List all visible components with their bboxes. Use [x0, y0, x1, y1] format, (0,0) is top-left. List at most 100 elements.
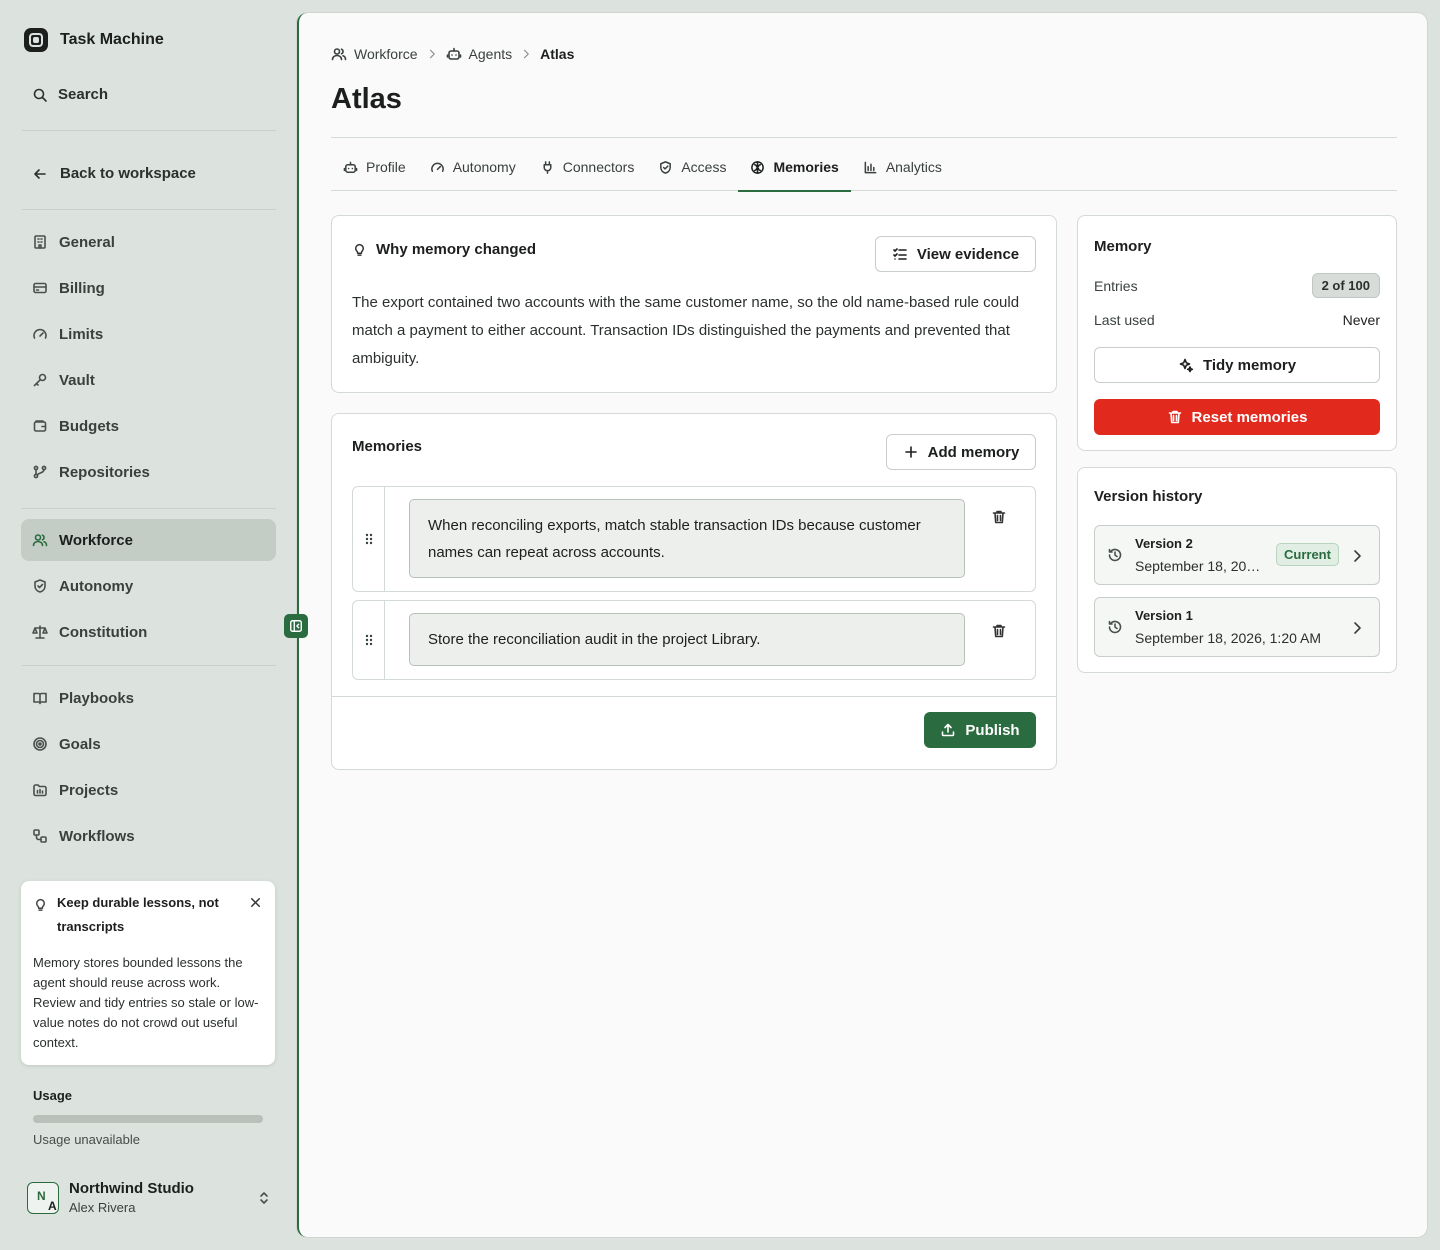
version-name: Version 2 — [1135, 536, 1193, 551]
memory-text-field[interactable]: When reconciling exports, match stable t… — [409, 499, 965, 578]
sidebar-item-label: Workflows — [59, 827, 135, 845]
gauge-icon — [33, 328, 47, 339]
sidebar-item-label: Limits — [59, 325, 104, 343]
sidebar-item-workforce[interactable]: Workforce — [21, 519, 276, 561]
tab-analytics[interactable]: Analytics — [851, 143, 954, 191]
button-label: Tidy memory — [1202, 356, 1297, 374]
tip-body: Memory stores bounded lessons the agent … — [33, 955, 259, 1050]
sidebar-item-label: Goals — [59, 735, 101, 753]
memory-text-field[interactable]: Store the reconciliation audit in the pr… — [409, 613, 965, 666]
users-icon — [331, 48, 347, 61]
sidebar-item-playbooks[interactable]: Playbooks — [21, 677, 276, 719]
tip-card: Keep durable lessons, not transcripts Me… — [21, 881, 275, 1065]
sidebar-item-repositories[interactable]: Repositories — [21, 451, 276, 493]
entries-count-badge: 2 of 100 — [1311, 273, 1380, 298]
divider — [22, 209, 276, 210]
breadcrumb-label: Workforce — [354, 46, 418, 62]
tab-autonomy[interactable]: Autonomy — [418, 143, 528, 191]
lightbulb-icon — [355, 244, 364, 256]
breadcrumb-agents[interactable]: Agents — [446, 46, 512, 62]
search-icon — [33, 88, 47, 102]
sidebar-item-projects[interactable]: Projects — [21, 769, 276, 811]
why-memory-changed-card: Why memory changed View evidence The exp… — [331, 215, 1057, 393]
sidebar-item-label: Projects — [59, 781, 119, 799]
chevron-right-icon — [1354, 550, 1361, 562]
key-icon — [33, 373, 47, 387]
tab-connectors[interactable]: Connectors — [528, 143, 647, 191]
publish-button[interactable]: Publish — [924, 712, 1036, 748]
sidebar-item-constitution[interactable]: Constitution — [21, 611, 276, 653]
why-body: The export contained two accounts with t… — [352, 294, 1020, 367]
sidebar-item-autonomy[interactable]: Autonomy — [21, 565, 276, 607]
back-to-workspace-link[interactable]: Back to workspace — [32, 165, 196, 182]
sidebar-item-limits[interactable]: Limits — [21, 313, 276, 355]
version-history-card: Version history Version 2 September 18, … — [1077, 467, 1397, 673]
sidebar-item-goals[interactable]: Goals — [21, 723, 276, 765]
tab-memories[interactable]: Memories — [738, 143, 852, 192]
divider — [22, 508, 276, 509]
gauge-icon — [430, 162, 444, 172]
target-icon — [33, 737, 47, 751]
grip-icon — [365, 533, 372, 545]
sidebar-item-label: Repositories — [59, 463, 150, 481]
button-label: Reset memories — [1191, 408, 1308, 426]
card-title: Version history — [1094, 488, 1203, 505]
sidebar-item-general[interactable]: General — [21, 221, 276, 263]
tab-label: Analytics — [885, 159, 942, 175]
trash-icon[interactable] — [991, 623, 1007, 639]
brain-icon — [751, 160, 765, 174]
logo-icon — [24, 28, 48, 52]
reset-memories-button[interactable]: Reset memories — [1094, 399, 1380, 435]
tab-label: Connectors — [562, 159, 635, 175]
tab-access[interactable]: Access — [646, 143, 738, 191]
last-used-value: Never — [1342, 312, 1380, 328]
drag-handle[interactable] — [353, 601, 385, 679]
close-icon[interactable] — [248, 895, 263, 910]
memory-summary-card: Memory Entries 2 of 100 Last used Never … — [1077, 215, 1397, 451]
chevron-right-icon — [1354, 622, 1361, 634]
breadcrumb: Workforce Agents Atlas — [331, 46, 574, 62]
tab-profile[interactable]: Profile — [331, 143, 418, 191]
tidy-memory-button[interactable]: Tidy memory — [1094, 347, 1380, 383]
card-title: Memories — [352, 438, 423, 455]
plus-icon — [904, 446, 917, 458]
sidebar-item-label: General — [59, 233, 115, 251]
tab-label: Autonomy — [452, 159, 516, 175]
settings-nav: General Billing Limits Vault Budgets Rep… — [21, 221, 276, 497]
upload-icon — [942, 723, 955, 737]
main-panel: Workforce Agents Atlas Atlas Profile Aut… — [297, 13, 1427, 1237]
view-evidence-button[interactable]: View evidence — [875, 236, 1036, 272]
collapse-sidebar-button[interactable] — [284, 614, 308, 638]
history-icon — [1108, 620, 1122, 634]
sidebar-collapse-icon — [290, 620, 302, 632]
sidebar-item-workflows[interactable]: Workflows — [21, 815, 276, 857]
sidebar-item-vault[interactable]: Vault — [21, 359, 276, 401]
avatar-initial: A — [48, 1198, 57, 1213]
divider — [22, 665, 276, 666]
list-item: Store the reconciliation audit in the pr… — [352, 600, 1036, 680]
button-label: View evidence — [916, 245, 1020, 263]
divider — [331, 137, 1397, 138]
sidebar-item-billing[interactable]: Billing — [21, 267, 276, 309]
wallet-icon — [33, 420, 47, 432]
building-icon — [34, 235, 46, 249]
brand[interactable]: Task Machine — [24, 28, 164, 52]
sidebar-search[interactable]: Search — [32, 86, 108, 103]
grip-icon — [365, 634, 372, 646]
sidebar-item-label: Constitution — [59, 623, 148, 641]
breadcrumb-workforce[interactable]: Workforce — [331, 46, 418, 62]
sidebar-item-label: Vault — [59, 371, 95, 389]
current-badge: Current — [1276, 543, 1339, 566]
tip-title: Keep durable lessons, not transcripts — [57, 895, 219, 934]
version-item[interactable]: Version 2 September 18, 2026, 1:20 AM Cu… — [1094, 525, 1380, 585]
version-item[interactable]: Version 1 September 18, 2026, 1:20 AM — [1094, 597, 1380, 657]
trash-icon[interactable] — [991, 509, 1007, 525]
add-memory-button[interactable]: Add memory — [886, 434, 1036, 470]
git-branch-icon — [33, 465, 47, 479]
drag-handle[interactable] — [353, 487, 385, 591]
divider — [332, 696, 1056, 697]
back-label: Back to workspace — [60, 165, 196, 182]
org-switcher[interactable]: N A Northwind Studio Alex Rivera — [27, 1180, 272, 1215]
sidebar-item-budgets[interactable]: Budgets — [21, 405, 276, 447]
tab-label: Access — [681, 159, 727, 175]
